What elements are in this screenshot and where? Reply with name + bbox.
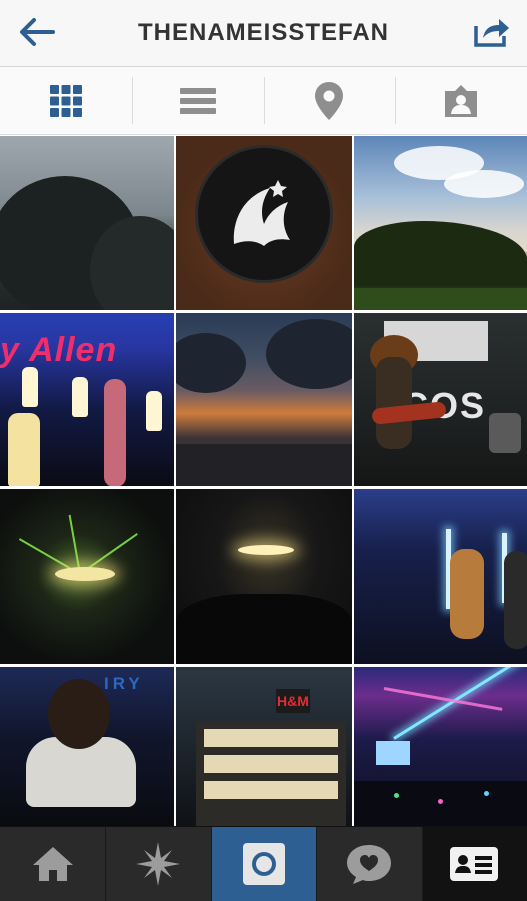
photo-decoration <box>238 545 294 555</box>
photo-decoration <box>176 594 352 664</box>
nav-home[interactable] <box>0 827 105 901</box>
backdrop-sign-text: IRY <box>104 674 144 693</box>
share-button[interactable] <box>469 12 515 52</box>
photo-singer-stage[interactable]: y Allen <box>0 313 174 486</box>
photo-sky-sunset-field[interactable] <box>354 136 527 310</box>
photo-decoration <box>376 357 412 449</box>
photo-concert-blue-beams[interactable] <box>354 667 527 826</box>
photo-decoration <box>450 549 484 639</box>
back-button[interactable] <box>14 12 60 52</box>
photo-concert-green-lasers[interactable] <box>0 489 174 664</box>
photo-decoration <box>354 288 527 310</box>
nav-activity[interactable] <box>316 827 421 901</box>
home-icon <box>32 847 73 881</box>
photo-decoration <box>176 333 246 393</box>
nav-profile[interactable] <box>421 827 527 901</box>
list-icon <box>179 87 216 114</box>
photo-decoration <box>72 377 88 417</box>
photo-rainy-trees[interactable] <box>0 136 174 310</box>
photo-decoration <box>146 391 162 431</box>
photo-decoration <box>55 567 115 581</box>
photo-decoration <box>204 755 338 773</box>
photo-grid: y Allen ACOS IRY H& <box>0 136 527 826</box>
photo-pegasus-logo[interactable] <box>176 136 352 310</box>
photo-decoration <box>8 413 40 486</box>
photo-concert-crowd-lights[interactable] <box>176 489 352 664</box>
nav-explore[interactable] <box>105 827 210 901</box>
photo-decoration <box>354 221 527 286</box>
photo-decoration <box>504 551 527 649</box>
map-pin-icon <box>315 81 344 120</box>
photo-performers-blue-lights[interactable] <box>354 489 527 664</box>
profile-card-icon <box>450 847 499 881</box>
photo-hm-store-night[interactable]: H&M <box>176 667 352 826</box>
photo-decoration <box>176 444 352 486</box>
tab-tagged-photos[interactable] <box>395 67 527 134</box>
tab-map-view[interactable] <box>263 67 396 134</box>
profile-username-title: THENAMEISSTEFAN <box>137 19 389 46</box>
tab-grid-view[interactable] <box>0 67 132 134</box>
bottom-navigation-bar <box>0 826 527 901</box>
photo-person-dark-portrait[interactable]: IRY <box>0 667 174 826</box>
photo-decoration <box>204 781 338 799</box>
photo-band-guitarist[interactable]: ACOS <box>354 313 527 486</box>
photo-decoration <box>394 793 399 798</box>
tagged-photos-icon <box>445 84 478 117</box>
photo-sunset-clouds-road[interactable] <box>176 313 352 486</box>
grid-icon <box>49 84 82 117</box>
pegasus-logo-icon <box>233 180 290 246</box>
photo-decoration <box>444 170 524 198</box>
profile-view-tabs <box>0 67 527 135</box>
camera-icon <box>242 843 285 885</box>
nav-camera[interactable] <box>210 827 317 901</box>
photo-decoration <box>393 667 523 740</box>
stage-banner-text: y Allen <box>0 331 118 369</box>
photo-decoration <box>266 319 352 389</box>
photo-decoration <box>438 799 443 804</box>
tab-list-view[interactable] <box>131 67 264 134</box>
top-header: THENAMEISSTEFAN <box>0 0 527 67</box>
photo-decoration <box>489 413 521 453</box>
arrow-left-icon <box>20 18 55 46</box>
share-icon <box>474 19 509 47</box>
photo-decoration <box>376 741 410 765</box>
photo-decoration <box>22 367 38 407</box>
activity-heart-bubble-icon <box>346 845 391 884</box>
photo-decoration <box>204 729 338 747</box>
photo-decoration <box>484 791 489 796</box>
photo-decoration <box>68 514 81 575</box>
photo-decoration <box>48 679 110 749</box>
store-sign-text: H&M <box>276 689 310 713</box>
photo-decoration <box>104 379 126 486</box>
explore-star-icon <box>136 842 181 886</box>
